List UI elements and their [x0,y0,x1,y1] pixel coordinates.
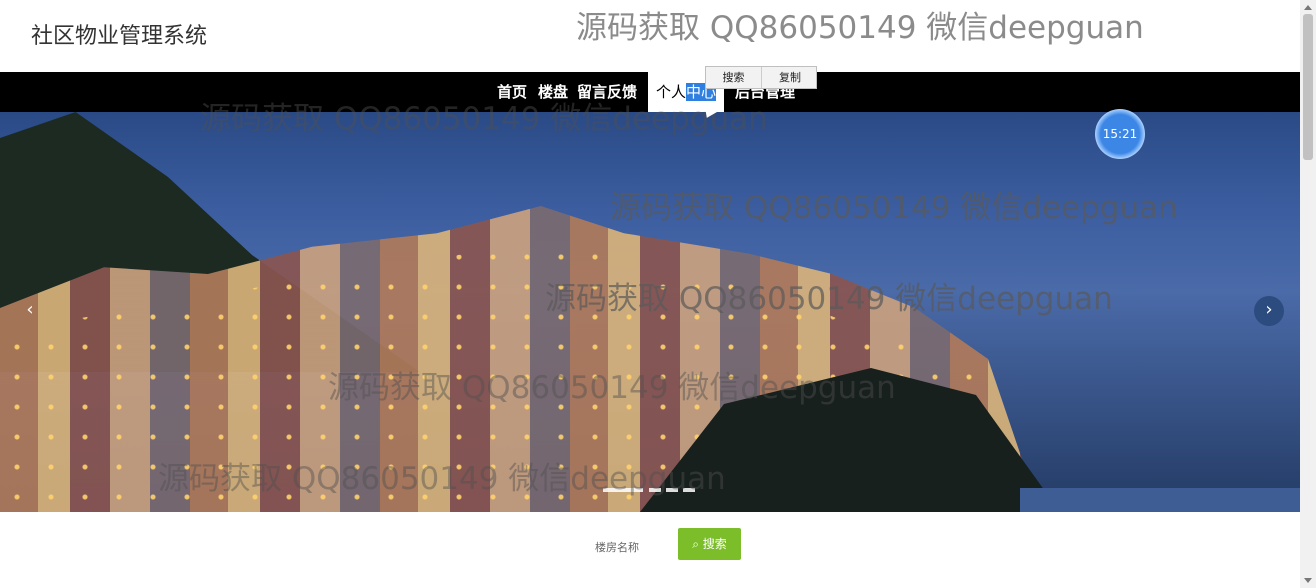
watermark-text: 源码获取 QQ86050149 微信deepguan [610,190,1178,226]
search-button[interactable]: ⌕ 搜索 [678,528,741,560]
watermark-text: 源码获取 QQ86050149 微信deepguan [576,10,1144,46]
context-copy-button[interactable]: 复制 [762,67,818,88]
watermark-text: 源码获取 QQ86050149 微信deepguan [200,101,768,137]
site-title: 社区物业管理系统 [31,24,208,49]
scrollbar-thumb[interactable] [1303,14,1313,160]
watermark-text: 源码获取 QQ86050149 微信deepguan [328,370,896,406]
vertical-scrollbar[interactable] [1300,0,1316,588]
watermark-text: 源码获取 QQ86050149 微信deepguan [545,281,1113,317]
building-name-label: 楼房名称 [595,541,639,554]
search-icon: ⌕ [692,537,699,551]
selection-context-menu: 搜索 复制 [705,66,817,89]
scroll-up-icon[interactable] [1304,5,1312,10]
carousel-prev-button[interactable]: ‹ [15,296,45,326]
scroll-down-icon[interactable] [1304,578,1312,583]
clock-widget: 15:21 [1095,109,1145,159]
chevron-left-icon: ‹ [26,299,34,320]
carousel-next-button[interactable]: › [1254,296,1284,326]
page: 社区物业管理系统 首页 楼盘 留言反馈 个人中心 后台管理 ‹ › 源码获取 Q… [0,0,1316,588]
watermark-text: 源码获取 QQ86050149 微信deepguan [158,461,726,497]
chevron-right-icon: › [1265,299,1273,320]
context-search-button[interactable]: 搜索 [706,67,762,88]
banner-sea [1020,488,1300,512]
search-button-label: 搜索 [702,537,727,551]
